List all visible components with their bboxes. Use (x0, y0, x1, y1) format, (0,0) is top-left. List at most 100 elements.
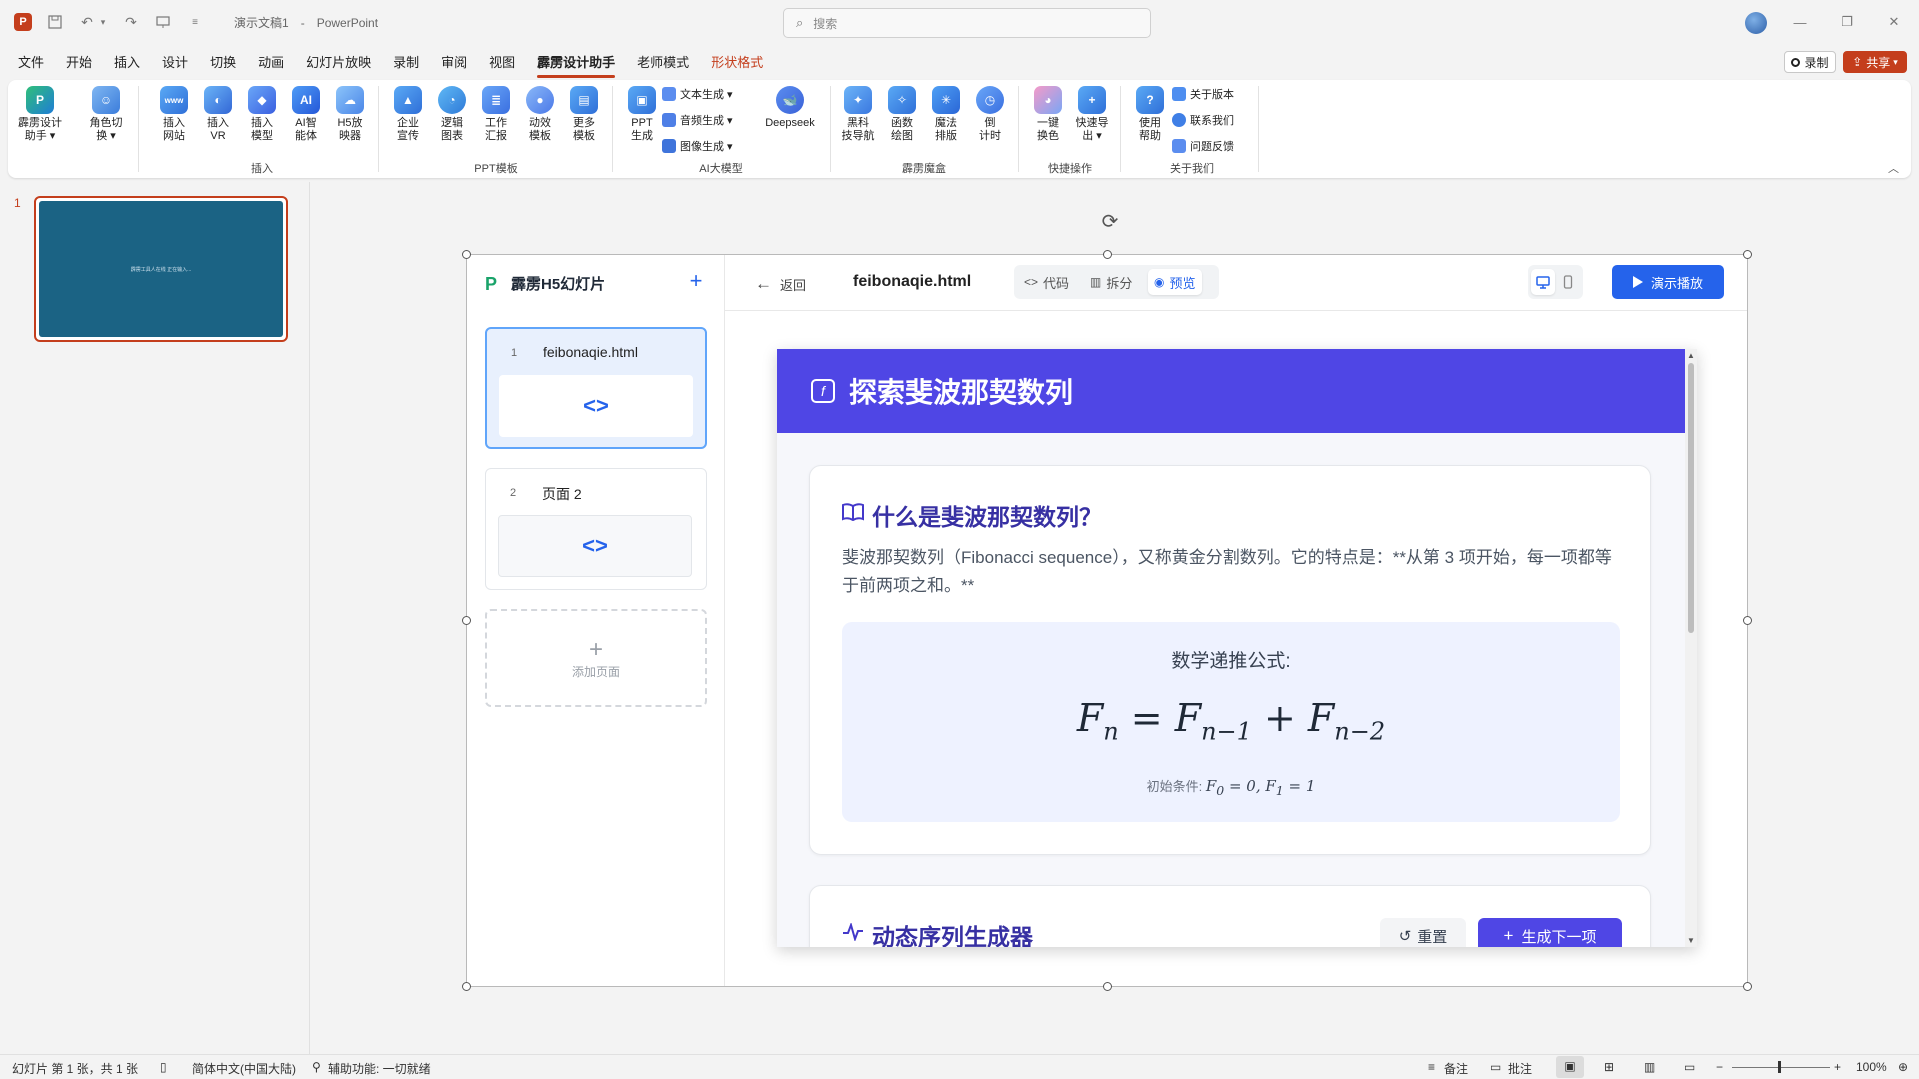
spellcheck-icon[interactable]: ▯ (160, 1060, 167, 1074)
undo-dropdown-icon[interactable]: ▾ (98, 13, 108, 31)
ai-agent-button[interactable]: AI AI智 能体 (284, 86, 328, 143)
zoom-in-icon[interactable]: + (1834, 1060, 1841, 1074)
recolor-button[interactable]: ◕ 一键 换色 (1026, 86, 1070, 143)
intro-title-text: 什么是斐波那契数列？ (872, 504, 1102, 530)
role-switch-button[interactable]: ☺ 角色切 换 ▾ (84, 86, 128, 143)
preview-scrollbar[interactable]: ▲ ▼ (1685, 349, 1697, 947)
menu-review[interactable]: 审阅 (441, 50, 467, 76)
tab-split[interactable]: ▥ 拆分 (1084, 269, 1138, 295)
present-play-button[interactable]: 演示播放 (1612, 265, 1724, 299)
generate-next-button[interactable]: + 生成下一项 (1478, 918, 1622, 947)
customize-toolbar-icon[interactable]: ≡ (186, 13, 204, 31)
menu-slideshow[interactable]: 幻灯片放映 (306, 50, 371, 76)
insert-model-button[interactable]: ◆ 插入 模型 (240, 86, 284, 143)
zoom-slider-thumb[interactable] (1778, 1061, 1781, 1073)
scroll-down-icon[interactable]: ▼ (1687, 936, 1695, 945)
collapse-ribbon-icon[interactable]: ︿ (1888, 160, 1899, 176)
desktop-view-button[interactable] (1531, 269, 1555, 295)
audio-generate-button[interactable]: 音频生成 ▾ (662, 110, 733, 130)
mobile-view-button[interactable] (1556, 269, 1580, 295)
tech-nav-button[interactable]: ✦ 黑科 技导航 (836, 86, 880, 143)
close-icon[interactable]: ✕ (1884, 12, 1904, 32)
scroll-up-icon[interactable]: ▲ (1687, 351, 1695, 360)
menu-transitions[interactable]: 切换 (210, 50, 236, 76)
avatar[interactable] (1745, 12, 1767, 34)
logic-chart-button[interactable]: ◔ 逻辑 图表 (430, 86, 474, 143)
resize-handle[interactable] (1103, 982, 1112, 991)
notes-button[interactable]: 备注 (1444, 1060, 1468, 1077)
quick-export-button[interactable]: + 快速导 出 ▾ (1070, 86, 1114, 143)
ppt-generate-button[interactable]: ▣ PPT 生成 (620, 86, 664, 143)
add-page-button[interactable]: + 添加页面 (485, 609, 707, 707)
slide-sorter-icon[interactable]: ⊞ (1604, 1060, 1614, 1074)
tab-preview[interactable]: ◉ 预览 (1148, 269, 1202, 295)
text-generate-button[interactable]: 文本生成 ▾ (662, 84, 733, 104)
menu-insert[interactable]: 插入 (114, 50, 140, 76)
menu-design[interactable]: 设计 (162, 50, 188, 76)
resize-handle[interactable] (1743, 982, 1752, 991)
record-button[interactable]: 录制 (1784, 51, 1836, 73)
back-button[interactable]: ← 返回 (755, 274, 806, 294)
preview-frame[interactable]: f 探索斐波那契数列 什么是斐波那契数列？ 斐波那契数列（Fibonacci s… (777, 349, 1697, 947)
page-card-2[interactable]: 2 页面 2 <> (485, 468, 707, 590)
comments-button[interactable]: 批注 (1508, 1060, 1532, 1077)
work-report-button[interactable]: ≣ 工作 汇报 (474, 86, 518, 143)
contact-button[interactable]: 联系我们 (1172, 110, 1234, 130)
h5-player-button[interactable]: ☁ H5放 映器 (328, 86, 372, 143)
zoom-out-icon[interactable]: − (1716, 1060, 1723, 1074)
menu-animations[interactable]: 动画 (258, 50, 284, 76)
magic-layout-button[interactable]: ✳ 魔法 排版 (924, 86, 968, 143)
status-bar: 幻灯片 第 1 张，共 1 张 ▯ 简体中文(中国大陆) ⚲ 辅助功能: 一切就… (0, 1054, 1919, 1079)
about-version-button[interactable]: 关于版本 (1172, 84, 1234, 104)
formula-label: 数学递推公式: (1171, 651, 1291, 672)
reset-button[interactable]: ↺ 重置 (1380, 918, 1466, 947)
menu-pili-design[interactable]: 霹雳设计助手 (537, 50, 616, 78)
enterprise-template-button[interactable]: ▲ 企业 宣传 (386, 86, 430, 143)
redo-icon[interactable]: ↷ (122, 13, 140, 31)
zoom-level[interactable]: 100% (1856, 1060, 1887, 1074)
menu-home[interactable]: 开始 (66, 50, 92, 76)
zoom-slider[interactable] (1732, 1067, 1830, 1068)
more-templates-button[interactable]: ▤ 更多 模板 (562, 86, 606, 143)
menu-record[interactable]: 录制 (393, 50, 419, 76)
designer-assistant-button[interactable]: P 霹雳设计 助手 ▾ (18, 86, 62, 143)
insert-vr-button[interactable]: ◐ 插入 VR (196, 86, 240, 143)
tab-code[interactable]: <> 代码 (1018, 269, 1075, 295)
present-from-start-icon[interactable] (154, 13, 172, 31)
animation-template-button[interactable]: ● 动效 模板 (518, 86, 562, 143)
search-input[interactable]: ⌕ 搜索 (783, 8, 1151, 38)
undo-icon[interactable]: ↶ (78, 13, 96, 31)
language-indicator[interactable]: 简体中文(中国大陆) (192, 1060, 296, 1077)
slide-canvas[interactable]: P 霹雳H5幻灯片 + 1 feibonaqie.html <> 2 页面 2 … (462, 250, 1752, 991)
countdown-label: 倒 计时 (979, 117, 1001, 142)
reading-view-icon[interactable]: ▥ (1644, 1060, 1655, 1074)
rotate-handle-icon[interactable]: ⟳ (1099, 210, 1121, 233)
menu-view[interactable]: 视图 (489, 50, 515, 76)
export-icon: + (1078, 86, 1106, 114)
add-button[interactable]: + (684, 270, 708, 294)
image-generate-button[interactable]: 图像生成 ▾ (662, 136, 733, 156)
menu-shape-format[interactable]: 形状格式 (711, 50, 763, 76)
title-bar: P ↶ ▾ ↷ ≡ 演示文稿1- PowerPoint ⌕ 搜索 — ❐ ✕ (0, 0, 1919, 44)
normal-view-icon[interactable]: ▣ (1556, 1056, 1584, 1078)
restore-icon[interactable]: ❐ (1837, 12, 1857, 32)
countdown-button[interactable]: ◷ 倒 计时 (968, 86, 1012, 143)
scrollbar-thumb[interactable] (1688, 363, 1694, 633)
slideshow-view-icon[interactable]: ▭ (1684, 1060, 1695, 1074)
feedback-button[interactable]: 问题反馈 (1172, 136, 1234, 156)
function-plot-button[interactable]: ✧ 函数 绘图 (880, 86, 924, 143)
menu-teacher-mode[interactable]: 老师模式 (637, 50, 689, 76)
save-icon[interactable] (46, 13, 64, 31)
insert-website-button[interactable]: www 插入 网站 (152, 86, 196, 143)
menu-file[interactable]: 文件 (18, 50, 44, 76)
accessibility-status[interactable]: 辅助功能: 一切就绪 (328, 1060, 431, 1077)
deepseek-button[interactable]: 🐋 Deepseek (756, 86, 824, 130)
page-card-1[interactable]: 1 feibonaqie.html <> (485, 327, 707, 449)
slide-thumbnail[interactable]: 霹雳工具人在线 正在输入... (34, 196, 288, 342)
minimize-icon[interactable]: — (1790, 12, 1810, 32)
help-button[interactable]: ? 使用 帮助 (1128, 86, 1172, 143)
resize-handle[interactable] (1743, 616, 1752, 625)
generator-title-text: 动态序列生成器 (872, 924, 1033, 947)
fit-to-window-icon[interactable]: ⊕ (1898, 1060, 1908, 1074)
share-button[interactable]: ⇪ 共享 ▾ (1843, 51, 1907, 73)
